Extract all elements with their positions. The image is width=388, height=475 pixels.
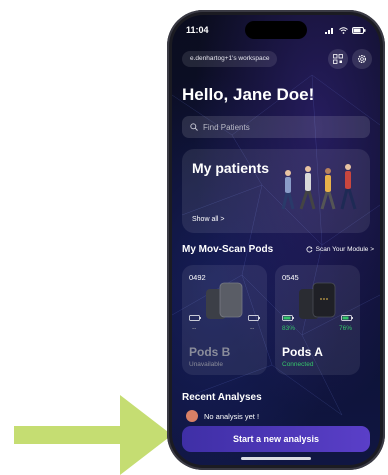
phone-frame: 11:04 e.denhartog+1's workspace Hello, J…	[167, 10, 385, 470]
scan-module-button[interactable]: Scan Your Module >	[306, 246, 374, 253]
home-indicator	[241, 457, 311, 460]
qr-code-icon	[333, 54, 343, 64]
show-all-link[interactable]: Show all >	[192, 216, 225, 223]
battery-right-icon	[341, 315, 353, 321]
pod-device-image	[299, 282, 336, 319]
battery-left-value: 83%	[282, 325, 296, 332]
avatar	[186, 410, 198, 422]
pods-section-title: My Mov-Scan Pods	[182, 244, 274, 255]
my-patients-title: My patients	[192, 160, 270, 176]
pointer-arrow	[14, 395, 172, 475]
search-input[interactable]	[203, 122, 333, 132]
battery-left-value: --	[192, 325, 197, 332]
start-new-analysis-button[interactable]: Start a new analysis	[182, 426, 370, 452]
status-bar: 11:04	[186, 23, 366, 37]
battery-right-value: --	[250, 325, 255, 332]
status-time: 11:04	[186, 25, 209, 35]
battery-right-icon	[248, 315, 260, 321]
gear-icon	[357, 54, 367, 64]
pods-section-header: My Mov-Scan Pods Scan Your Module >	[182, 244, 374, 255]
qr-scan-button[interactable]	[328, 49, 348, 69]
my-patients-card[interactable]: My patients Show all >	[182, 149, 370, 233]
greeting-title: Hello, Jane Doe!	[182, 85, 315, 104]
settings-button[interactable]	[352, 49, 372, 69]
recent-analyses-title: Recent Analyses	[182, 392, 262, 403]
pod-status: Connected	[282, 361, 314, 368]
walking-people-illustration	[281, 164, 357, 210]
pod-status: Unavailable	[189, 361, 223, 368]
pod-card-b[interactable]: 0492 -- -- Pods B Unavailable	[182, 265, 267, 375]
signal-icon	[325, 27, 333, 34]
battery-icon	[352, 26, 366, 34]
search-icon	[190, 123, 198, 131]
pod-device-image	[206, 282, 243, 319]
workspace-selector[interactable]: e.denhartog+1's workspace	[182, 51, 278, 67]
app-screen: 11:04 e.denhartog+1's workspace Hello, J…	[172, 15, 380, 465]
search-bar[interactable]	[182, 116, 370, 138]
battery-left-icon	[189, 315, 201, 321]
pod-name: Pods B	[189, 345, 231, 359]
battery-left-icon	[282, 315, 294, 321]
battery-right-value: 76%	[339, 325, 353, 332]
refresh-icon	[306, 246, 313, 253]
pod-card-a[interactable]: 0545 83% 76% Pods A Connected	[275, 265, 360, 375]
pod-name: Pods A	[282, 345, 323, 359]
scan-module-label: Scan Your Module >	[315, 246, 374, 253]
wifi-icon	[339, 26, 348, 34]
no-analysis-text: No analysis yet !	[204, 411, 260, 421]
no-analysis-row: No analysis yet !	[186, 410, 259, 422]
